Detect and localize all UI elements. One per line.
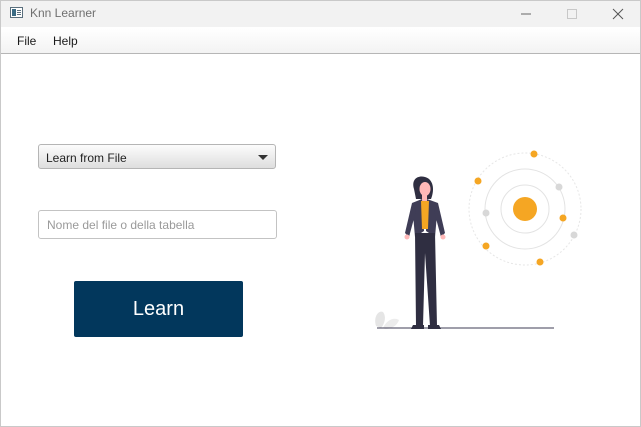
close-button[interactable] <box>595 1 641 27</box>
maximize-button[interactable] <box>549 1 595 27</box>
app-window: Knn Learner File Help Learn from File Le… <box>0 0 641 427</box>
mode-dropdown-value: Learn from File <box>46 151 127 165</box>
app-window-icon <box>10 7 23 18</box>
minimize-icon <box>521 13 531 15</box>
maximize-icon <box>567 9 577 19</box>
chevron-down-icon <box>258 155 268 160</box>
minimize-button[interactable] <box>503 1 549 27</box>
close-icon <box>612 8 624 20</box>
menu-bar: File Help <box>1 29 640 54</box>
menu-help[interactable]: Help <box>53 34 78 48</box>
mode-dropdown[interactable]: Learn from File <box>38 144 276 169</box>
window-title: Knn Learner <box>30 6 97 20</box>
menu-file[interactable]: File <box>17 34 36 48</box>
title-bar[interactable]: Knn Learner <box>1 1 640 27</box>
filename-input[interactable] <box>38 210 277 239</box>
learn-button[interactable]: Learn <box>74 281 243 337</box>
woman-orbit-illustration <box>375 150 582 329</box>
